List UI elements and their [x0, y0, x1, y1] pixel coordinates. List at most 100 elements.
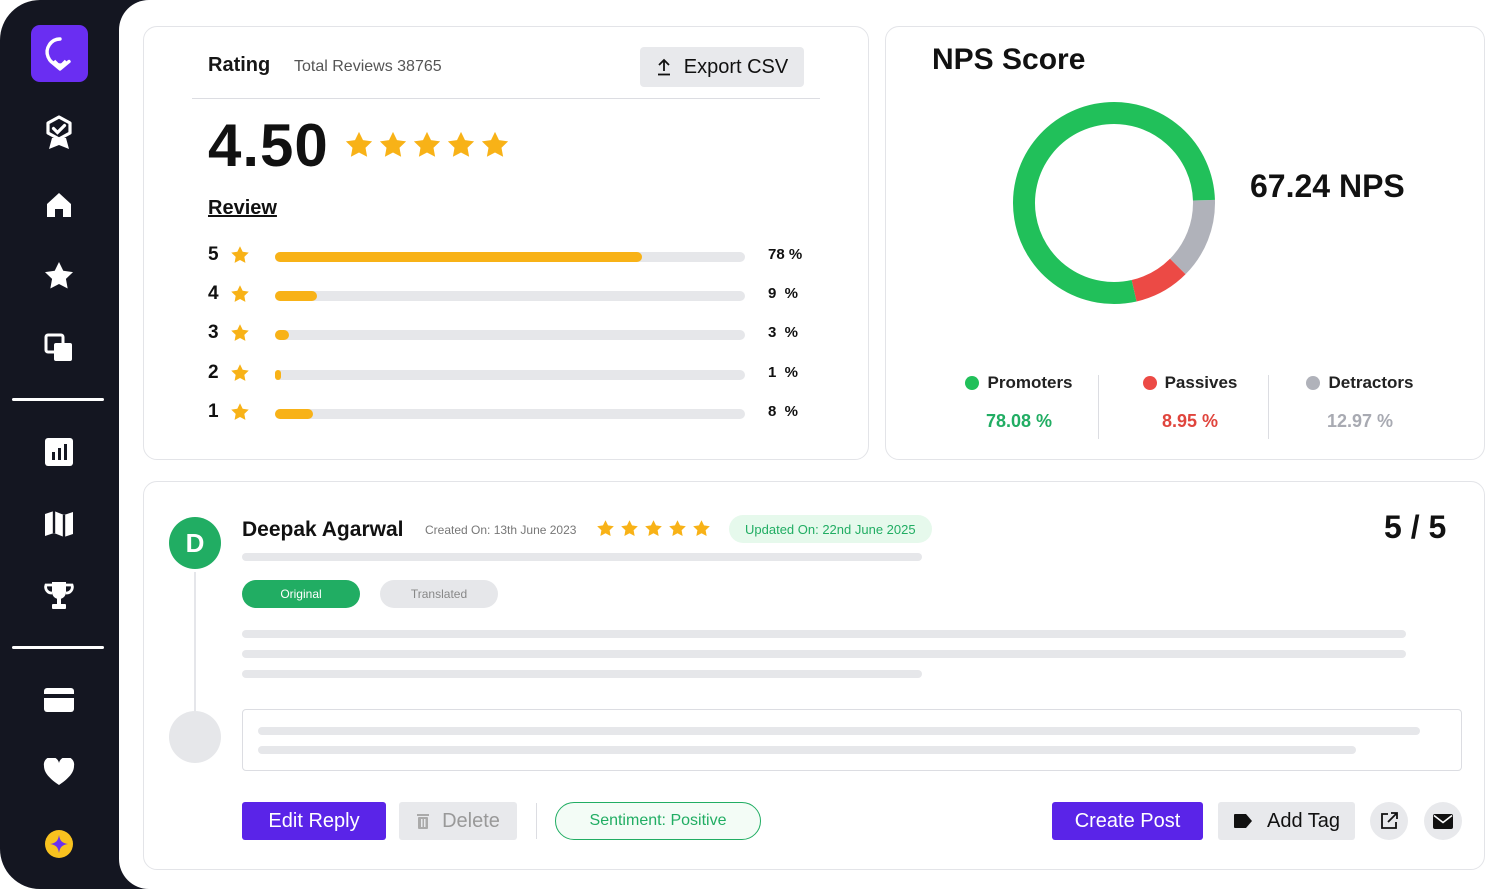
- bar-track: [275, 330, 745, 340]
- legend-name: Detractors: [1328, 373, 1414, 392]
- sidebar-divider: [12, 646, 104, 649]
- legend-divider: [1098, 375, 1099, 439]
- bar-star-icon: [230, 363, 250, 388]
- external-link-icon: [1381, 812, 1398, 829]
- review-stars: [596, 519, 711, 543]
- copy-icon[interactable]: [39, 328, 79, 368]
- bar-star-number: 2: [208, 362, 219, 383]
- legend-value: 78.08 %: [985, 411, 1053, 431]
- heart-icon[interactable]: [39, 752, 79, 792]
- upload-icon: [657, 58, 670, 76]
- legend-detractors: Detractors 12.97 %: [1275, 373, 1445, 432]
- bar-percent: 8 %: [768, 403, 799, 420]
- tab-translated[interactable]: Translated: [380, 580, 498, 608]
- nps-donut-chart: [1013, 102, 1215, 304]
- legend-value: 12.97 %: [1326, 411, 1394, 431]
- skeleton-line: [242, 630, 1406, 638]
- delete-label: Delete: [442, 809, 500, 832]
- legend-name: Promoters: [987, 373, 1073, 392]
- bar-star-icon: [230, 245, 250, 270]
- email-button[interactable]: [1424, 802, 1462, 840]
- average-stars: [344, 130, 510, 165]
- rating-star-icon: [480, 130, 510, 165]
- rating-star-icon: [344, 130, 374, 165]
- average-score: 4.50: [208, 112, 329, 179]
- skeleton-line: [242, 553, 922, 561]
- rating-bar-row: 3 3 %: [208, 322, 808, 346]
- bar-fill: [275, 252, 642, 262]
- donut-segment-detractors: [1169, 199, 1215, 275]
- home-icon[interactable]: [39, 185, 79, 225]
- mail-icon: [1433, 813, 1453, 829]
- legend-dot-icon: [1142, 376, 1157, 390]
- donut-segment-passives: [1131, 258, 1186, 302]
- nps-card: NPS Score 67.24 NPS Promoters 78.08 % Pass…: [885, 26, 1485, 460]
- tag-icon: [1233, 814, 1252, 828]
- rating-bar-row: 1 8 %: [208, 401, 808, 425]
- bar-percent: 3 %: [768, 324, 799, 341]
- nps-value: 67.24 NPS: [1250, 168, 1405, 204]
- rating-bar-row: 2 1 %: [208, 362, 808, 386]
- export-csv-label: Export CSV: [683, 55, 789, 78]
- legend-divider: [1268, 375, 1269, 439]
- rating-title: Rating: [208, 54, 271, 76]
- legend-label: Detractors: [1275, 373, 1445, 393]
- bar-star-number: 5: [208, 244, 219, 265]
- rating-star-icon: [446, 130, 476, 165]
- legend-label: Promoters: [934, 373, 1104, 393]
- total-reviews: Total Reviews 38765: [294, 58, 442, 75]
- chart-icon[interactable]: [39, 432, 79, 472]
- delete-button[interactable]: Delete: [399, 802, 517, 840]
- bar-star-number: 3: [208, 322, 219, 343]
- card-icon[interactable]: [39, 680, 79, 720]
- bar-star-icon: [230, 323, 250, 348]
- logo-icon[interactable]: [31, 25, 88, 82]
- export-csv-button[interactable]: Export CSV: [640, 47, 804, 87]
- review-star-icon: [692, 519, 711, 543]
- sparkle-icon[interactable]: [39, 824, 79, 864]
- add-tag-label: Add Tag: [1266, 809, 1341, 832]
- bar-percent: 9 %: [768, 285, 799, 302]
- bar-fill: [275, 409, 313, 419]
- reply-box[interactable]: [242, 709, 1462, 771]
- legend-dot-icon: [965, 376, 980, 390]
- bar-percent: 1 %: [768, 364, 799, 381]
- tab-original[interactable]: Original: [242, 580, 360, 608]
- created-date: Created On: 13th June 2023: [425, 523, 577, 537]
- rating-bar-row: 5 78 %: [208, 244, 808, 268]
- bar-track: [275, 409, 745, 419]
- create-post-button[interactable]: Create Post: [1052, 802, 1203, 840]
- reviewer-name: Deepak Agarwal: [242, 518, 404, 541]
- reply-avatar-placeholder: [169, 711, 221, 763]
- bar-track: [275, 370, 745, 380]
- review-card: D Deepak Agarwal Created On: 13th June 2…: [143, 481, 1485, 870]
- avatar: D: [169, 517, 221, 569]
- edit-reply-button[interactable]: Edit Reply: [242, 802, 386, 840]
- map-icon[interactable]: [39, 504, 79, 544]
- review-star-icon: [596, 519, 615, 543]
- review-score: 5 / 5: [1384, 509, 1447, 545]
- legend-value: 8.95 %: [1161, 411, 1219, 431]
- skeleton-line: [258, 727, 1420, 735]
- sentiment-badge: Sentiment: Positive: [555, 802, 761, 840]
- rating-star-icon: [412, 130, 442, 165]
- skeleton-line: [242, 670, 922, 678]
- legend-name: Passives: [1164, 373, 1238, 392]
- skeleton-line: [258, 746, 1356, 754]
- review-star-icon: [668, 519, 687, 543]
- badge-check-icon[interactable]: [39, 113, 79, 153]
- review-link[interactable]: Review: [208, 197, 277, 220]
- bar-star-icon: [230, 402, 250, 427]
- bar-star-icon: [230, 284, 250, 309]
- bar-star-number: 1: [208, 401, 219, 422]
- updated-badge: Updated On: 22nd June 2025: [729, 515, 932, 543]
- nps-title: NPS Score: [932, 43, 1086, 76]
- open-external-button[interactable]: [1370, 802, 1408, 840]
- star-icon[interactable]: [39, 256, 79, 296]
- trophy-icon[interactable]: [39, 576, 79, 616]
- add-tag-button[interactable]: Add Tag: [1218, 802, 1355, 840]
- bar-track: [275, 291, 745, 301]
- sidebar: [0, 0, 118, 889]
- legend-promoters: Promoters 78.08 %: [934, 373, 1104, 432]
- bar-star-number: 4: [208, 283, 219, 304]
